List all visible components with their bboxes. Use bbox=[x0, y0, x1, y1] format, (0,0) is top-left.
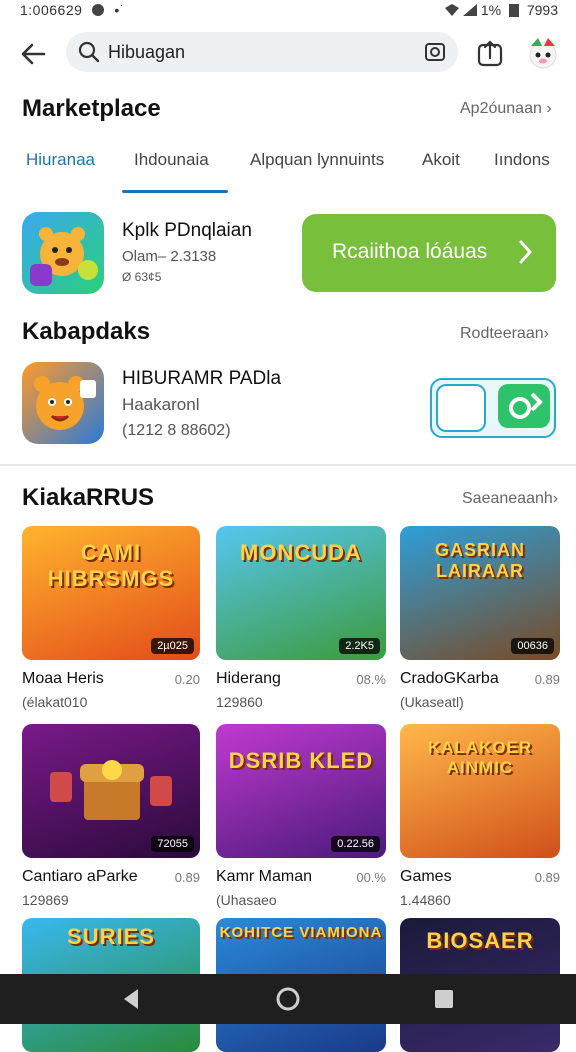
game-sub: (élakat010 bbox=[22, 694, 88, 710]
marketplace-more-link[interactable]: Ap2óunaan › bbox=[460, 100, 552, 118]
featured-app-icon[interactable] bbox=[22, 212, 104, 294]
chevron-right-icon: › bbox=[546, 100, 552, 117]
chevron-right-icon bbox=[519, 240, 533, 264]
price-badge: 00636 bbox=[511, 638, 554, 654]
thumb-title: DSRIB KLED bbox=[228, 748, 374, 773]
search-bar[interactable]: Hibuagan bbox=[66, 32, 458, 72]
marketplace-more-label: Ap2óunaan bbox=[460, 100, 542, 117]
system-nav-bar bbox=[0, 974, 576, 1024]
section2-app-sub: Haakaronl bbox=[122, 395, 200, 414]
search-icon bbox=[78, 41, 100, 63]
thumb-title: GASRIAN LAIRAAR bbox=[434, 540, 525, 581]
status-time-text: 1:006629 bbox=[20, 2, 83, 18]
tab-akoit[interactable]: Akoit bbox=[422, 150, 460, 170]
game-name[interactable]: Cantiaro aParke bbox=[22, 868, 138, 886]
featured-action-button[interactable]: Rcaiithoa lóáuas bbox=[302, 214, 556, 292]
thumb-title: MONCUDA bbox=[240, 540, 362, 565]
thumb-title: SURIES bbox=[67, 924, 155, 949]
featured-app-name[interactable]: Kplk PDnqlaian bbox=[122, 220, 252, 242]
game-rating: 0.89 bbox=[174, 870, 200, 885]
game-name[interactable]: Moaa Heris bbox=[22, 670, 104, 688]
price-badge: 2.2K5 bbox=[339, 638, 380, 654]
game-name[interactable]: Kamr Maman bbox=[216, 868, 312, 886]
section3-title: KiakaRRUS bbox=[22, 484, 155, 511]
section2-app-count: (1212 8 88602) bbox=[122, 422, 231, 439]
tab-alpquan[interactable]: Alpquan lynnuints bbox=[250, 150, 384, 170]
game-rating: 00.% bbox=[356, 870, 386, 885]
section3-more-link[interactable]: Saeaneaanh› bbox=[462, 490, 558, 508]
battery-percent: 1% bbox=[480, 2, 502, 18]
game-thumbnail[interactable]: GASRIAN LAIRAAR 00636 bbox=[400, 526, 560, 660]
lens-icon[interactable] bbox=[424, 41, 446, 63]
featured-action-label: Rcaiithoa lóáuas bbox=[332, 240, 488, 263]
status-right: 1% 7993 bbox=[445, 2, 558, 18]
tab-hiuranaa[interactable]: Hiuranaa bbox=[26, 150, 95, 170]
thumb-title: CAMI HIBRSMGS bbox=[47, 540, 175, 591]
toggle-off-knob bbox=[436, 384, 486, 432]
chevron-right-icon: › bbox=[543, 325, 549, 342]
nav-recents-icon[interactable] bbox=[433, 988, 455, 1010]
price-badge: 2µ025 bbox=[151, 638, 194, 654]
game-thumbnail[interactable]: 72055 bbox=[22, 724, 200, 858]
bear-icon bbox=[30, 227, 98, 286]
status-time: 1:006629 •˙ bbox=[20, 2, 125, 18]
dots-icon: •˙ bbox=[114, 2, 125, 18]
signal-icon bbox=[462, 4, 477, 16]
game-thumbnail[interactable]: CAMI HIBRSMGS 2µ025 bbox=[22, 526, 200, 660]
price-badge: 72055 bbox=[151, 836, 194, 852]
game-sub: 1.44860 bbox=[400, 892, 451, 908]
top-bar: Hibuagan bbox=[0, 30, 576, 78]
price-badge: 0.22.56 bbox=[331, 836, 380, 852]
share-icon[interactable] bbox=[476, 38, 504, 68]
featured-app-meta: Olam– 2.3138 bbox=[122, 248, 217, 265]
back-arrow-icon[interactable] bbox=[18, 38, 50, 70]
game-name[interactable]: Games bbox=[400, 868, 452, 886]
section2-app-icon[interactable] bbox=[22, 362, 104, 444]
game-sub: (Uhasaeo bbox=[216, 892, 277, 908]
game-rating: 0.20 bbox=[174, 672, 200, 687]
game-rating: 08.% bbox=[356, 672, 386, 687]
notification-icon bbox=[92, 4, 105, 16]
game-sub: 129860 bbox=[216, 694, 263, 710]
battery-icon bbox=[508, 4, 519, 17]
install-toggle[interactable] bbox=[430, 378, 556, 438]
section2-more-link[interactable]: Rodteeraan› bbox=[460, 325, 549, 343]
status-clock: 7993 bbox=[526, 2, 558, 18]
chevron-right-icon: › bbox=[552, 490, 559, 507]
game-name[interactable]: CradoGKarba bbox=[400, 670, 499, 688]
status-bar: 1:006629 •˙ 1% 7993 bbox=[0, 0, 576, 24]
thumb-title: KOHITCE VIAMIONA bbox=[219, 924, 383, 941]
tab-ihdounaia[interactable]: Ihdounaia bbox=[134, 150, 209, 170]
tab-underline bbox=[122, 190, 228, 193]
tab-bar: Hiuranaa Ihdounaia Alpquan lynnuints Ako… bbox=[0, 140, 576, 196]
game-rating: 0.89 bbox=[534, 870, 560, 885]
section-divider bbox=[0, 464, 576, 466]
thumb-title: BIOSAER bbox=[426, 928, 534, 953]
toggle-on-knob bbox=[498, 384, 550, 428]
download-icon bbox=[509, 392, 543, 419]
search-input[interactable]: Hibuagan bbox=[108, 42, 185, 63]
bear-face-icon bbox=[34, 376, 96, 430]
thumb-title: KALAKOER AINMIC bbox=[427, 738, 533, 777]
game-thumbnail[interactable]: KALAKOER AINMIC bbox=[400, 724, 560, 858]
game-name[interactable]: Hiderang bbox=[216, 670, 281, 688]
game-thumbnail[interactable]: DSRIB KLED 0.22.56 bbox=[216, 724, 386, 858]
section2-app-name[interactable]: HIBURAMR PADla bbox=[122, 368, 281, 390]
game-sub: 129869 bbox=[22, 892, 69, 908]
section2-title: Kabapdaks bbox=[22, 318, 151, 345]
game-thumbnail[interactable]: MONCUDA 2.2K5 bbox=[216, 526, 386, 660]
wifi-icon bbox=[445, 4, 460, 16]
featured-app-meta2: Ø 63¢5 bbox=[122, 270, 162, 284]
game-rating: 0.89 bbox=[534, 672, 560, 687]
marketplace-title: Marketplace bbox=[22, 95, 161, 122]
section2-more-label: Rodteeraan bbox=[460, 325, 544, 342]
game-sub: (Ukaseatl) bbox=[400, 694, 464, 710]
section3-more-label: Saeaneaanh bbox=[462, 490, 553, 507]
nav-home-icon[interactable] bbox=[275, 986, 301, 1012]
nav-back-icon[interactable] bbox=[120, 987, 142, 1011]
tab-indons[interactable]: Iındons bbox=[494, 150, 550, 170]
avatar[interactable] bbox=[524, 34, 562, 72]
